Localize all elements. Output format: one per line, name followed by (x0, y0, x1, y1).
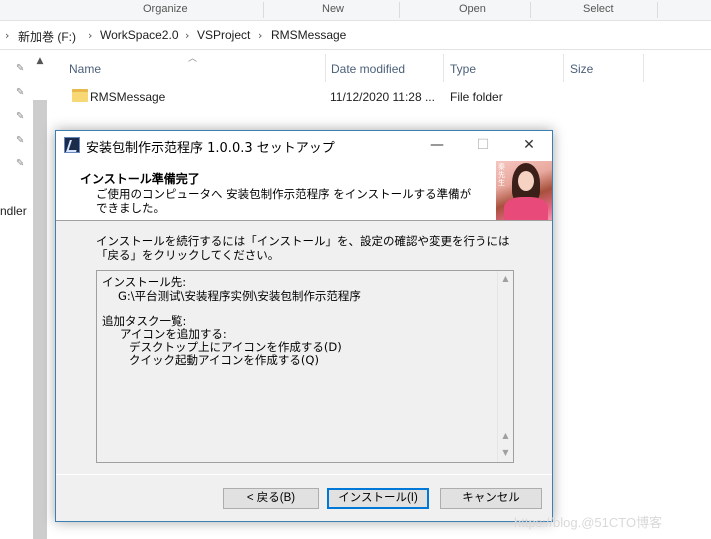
column-divider[interactable] (643, 54, 644, 82)
breadcrumb-rmsmessage[interactable]: RMSMessage (271, 28, 346, 42)
summary-dest-label: インストール先: (102, 275, 187, 289)
summary-tasks-group: アイコンを追加する: (120, 327, 227, 341)
instruction-text: インストールを続行するには「インストール」を、設定の確認や変更を行うには「戻る」… (96, 234, 510, 262)
ribbon-group-labels: Organize New Open Select (0, 0, 711, 21)
summary-tasks-label: 追加タスク一覧: (102, 314, 187, 328)
column-header-name[interactable]: Name (69, 62, 101, 86)
ribbon-group-new[interactable]: New (322, 3, 344, 15)
wizard-header-image: 秦先生 (496, 161, 552, 220)
ribbon-group-open[interactable]: Open (459, 3, 486, 15)
wizard-page-title: インストール準備完了 (80, 172, 200, 186)
file-type: File folder (450, 90, 503, 104)
pin-icon: ✎ (16, 111, 25, 122)
pin-icon: ✎ (16, 135, 25, 146)
memo-scrollbar[interactable]: ▲ ▲ ▼ (497, 271, 513, 462)
back-button[interactable]: < 戻る(B) (223, 488, 319, 509)
nav-scrollbar[interactable] (33, 100, 47, 539)
column-header-size[interactable]: Size (570, 62, 593, 86)
breadcrumb-workspace[interactable]: WorkSpace2.0 (100, 28, 179, 42)
breadcrumb-drive[interactable]: 新加巻 (F:) (18, 28, 76, 45)
close-icon[interactable]: ✕ (506, 131, 552, 160)
column-header-date-modified[interactable]: Date modified (331, 62, 405, 86)
breadcrumb-chevron-icon[interactable]: › (185, 29, 189, 42)
maximize-icon: ☐ (476, 137, 490, 153)
dialog-titlebar[interactable]: 安装包制作示范程序 1.0.0.3 セットアップ — ☐ ✕ (56, 131, 552, 160)
file-name[interactable]: RMSMessage (90, 90, 165, 104)
install-button[interactable]: インストール(I) (327, 488, 429, 509)
ribbon-divider (263, 2, 264, 18)
image-caption: 秦先生 (498, 163, 505, 187)
cancel-button[interactable]: キャンセル (440, 488, 542, 509)
image-dress-shape (504, 197, 548, 220)
pin-icon: ✎ (16, 158, 25, 169)
pin-icon: ✎ (16, 87, 25, 98)
summary-dest-path: G:\平台测试\安装程序实例\安装包制作示范程序 (118, 289, 361, 303)
breadcrumb-chevron-icon[interactable]: › (258, 29, 262, 42)
ribbon-group-organize[interactable]: Organize (143, 3, 188, 15)
scroll-down-arrow-icon[interactable]: ▼ (498, 445, 513, 461)
scroll-up-arrow-icon[interactable]: ▲ (498, 271, 513, 287)
ready-summary-memo[interactable]: インストール先: G:\平台测试\安装程序实例\安装包制作示范程序 追加タスク一… (96, 270, 514, 463)
file-row[interactable]: RMSMessage 11/12/2020 11:28 ... File fol… (66, 86, 646, 108)
folder-icon (72, 89, 88, 102)
wizard-page-subtitle: ご使用のコンピュータへ 安装包制作示范程序 をインストールする準備ができました。 (96, 187, 472, 215)
scroll-up-arrow-icon[interactable]: ▲ (498, 428, 513, 444)
summary-task-quicklaunch-icon: クイック起動アイコンを作成する(Q) (129, 353, 319, 367)
breadcrumb-chevron-icon[interactable]: › (5, 29, 9, 42)
column-header-type[interactable]: Type (450, 62, 476, 86)
nav-item-label[interactable]: ndler (0, 204, 27, 218)
minimize-icon[interactable]: — (414, 131, 460, 160)
breadcrumb-vsproject[interactable]: VSProject (197, 28, 250, 42)
image-face-shape (518, 171, 534, 191)
installer-app-icon (64, 137, 80, 153)
breadcrumb-chevron-icon[interactable]: › (88, 29, 92, 42)
watermark-text: https://blog.@51CTO博客 (514, 515, 663, 530)
column-divider[interactable] (325, 54, 326, 82)
address-bar[interactable]: › 新加巻 (F:) › WorkSpace2.0 › VSProject › … (0, 22, 711, 50)
ribbon-divider (399, 2, 400, 18)
footer-divider (56, 474, 552, 475)
pin-icon: ✎ (16, 63, 25, 74)
summary-task-desktop-icon: デスクトップ上にアイコンを作成する(D) (129, 340, 342, 354)
sort-caret-icon: ︿ (188, 54, 198, 64)
ribbon-divider (657, 2, 658, 18)
wizard-header: インストール準備完了 ご使用のコンピュータへ 安装包制作示范程序 をインストール… (56, 160, 552, 221)
column-divider[interactable] (563, 54, 564, 82)
ribbon-group-select[interactable]: Select (583, 3, 614, 15)
dialog-title: 安装包制作示范程序 1.0.0.3 セットアップ (86, 141, 335, 156)
scroll-up-arrow-icon[interactable]: ▲ (32, 56, 48, 70)
column-divider[interactable] (443, 54, 444, 82)
setup-dialog: 安装包制作示范程序 1.0.0.3 セットアップ — ☐ ✕ インストール準備完… (55, 130, 553, 522)
ribbon-divider (530, 2, 531, 18)
file-date: 11/12/2020 11:28 ... (330, 90, 435, 104)
